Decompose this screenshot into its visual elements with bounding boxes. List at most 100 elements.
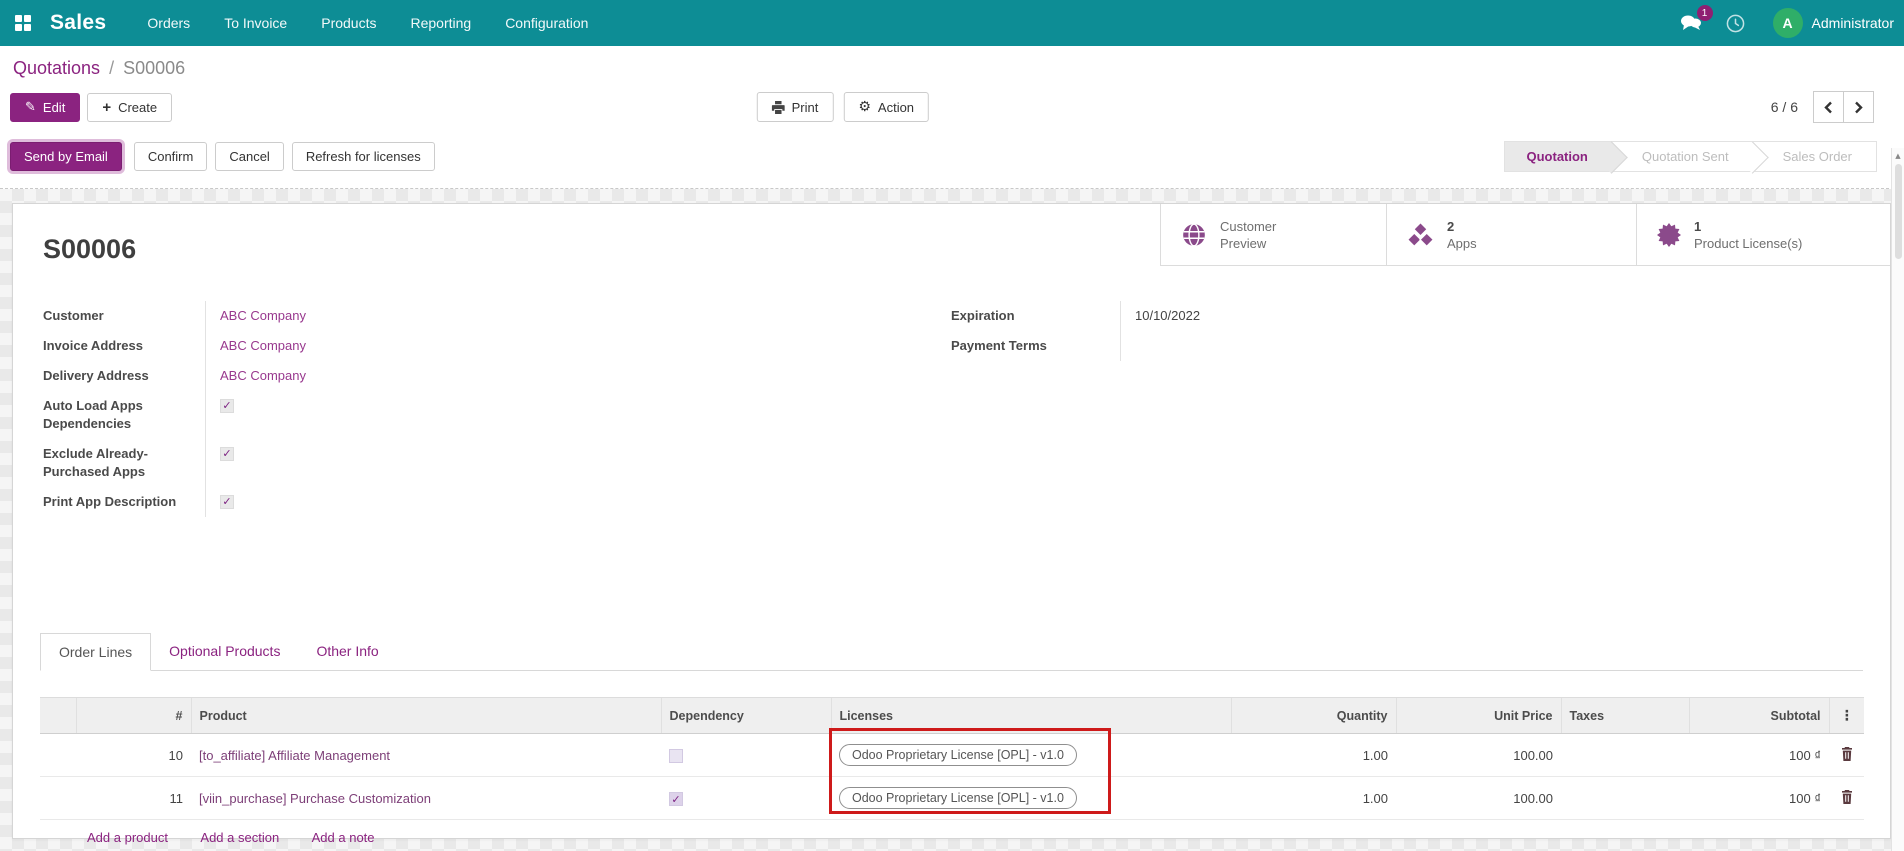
tab-order-lines[interactable]: Order Lines bbox=[40, 633, 151, 671]
gear-icon: ⚙ bbox=[858, 99, 871, 115]
optional-columns-toggle-icon[interactable]: ⋮ bbox=[1829, 698, 1864, 734]
content-area: Customer Preview 2 Apps 1 bbox=[0, 189, 1904, 851]
row-handle bbox=[40, 777, 76, 820]
cancel-button[interactable]: Cancel bbox=[215, 142, 283, 171]
tab-optional-products[interactable]: Optional Products bbox=[151, 633, 298, 670]
globe-icon bbox=[1181, 222, 1207, 248]
add-a-product-link[interactable]: Add a product bbox=[87, 830, 168, 845]
edit-button[interactable]: ✎ Edit bbox=[10, 93, 80, 122]
dependency-column-header[interactable]: Dependency bbox=[661, 698, 831, 734]
menu-products[interactable]: Products bbox=[304, 0, 393, 46]
order-lines-table-wrap: # Product Dependency Licenses Quantity U… bbox=[40, 697, 1863, 851]
delete-line-button[interactable] bbox=[1829, 777, 1864, 820]
print-description-checkbox: ✓ bbox=[220, 495, 234, 509]
print-button[interactable]: Print bbox=[757, 92, 834, 122]
top-navbar: Sales Orders To Invoice Products Reporti… bbox=[0, 0, 1904, 46]
apps-grid-icon[interactable] bbox=[0, 0, 46, 46]
add-a-section-link[interactable]: Add a section bbox=[200, 830, 279, 845]
tab-other-info[interactable]: Other Info bbox=[298, 633, 396, 670]
breadcrumb-current: S00006 bbox=[123, 58, 185, 78]
pager-previous-button[interactable] bbox=[1813, 91, 1844, 123]
quantity-cell: 1.00 bbox=[1231, 777, 1396, 820]
step-quotation-sent[interactable]: Quotation Sent bbox=[1612, 142, 1753, 171]
subtotal-cell: 100 ₫ bbox=[1689, 734, 1829, 777]
scrollbar-thumb[interactable] bbox=[1895, 164, 1902, 259]
customer-link[interactable]: ABC Company bbox=[220, 308, 306, 323]
quantity-column-header[interactable]: Quantity bbox=[1231, 698, 1396, 734]
action-button[interactable]: ⚙ Action bbox=[843, 92, 929, 122]
menu-orders[interactable]: Orders bbox=[130, 0, 207, 46]
trash-icon bbox=[1841, 747, 1853, 761]
menu-to-invoice[interactable]: To Invoice bbox=[207, 0, 304, 46]
check-icon: ✓ bbox=[222, 493, 231, 511]
certificate-icon bbox=[1657, 223, 1681, 247]
subtotal-cell: 100 ₫ bbox=[1689, 777, 1829, 820]
unit-price-column-header[interactable]: Unit Price bbox=[1396, 698, 1561, 734]
breadcrumb-quotations[interactable]: Quotations bbox=[13, 58, 100, 78]
handle-column-header bbox=[40, 698, 76, 734]
stat-button-box: Customer Preview 2 Apps 1 bbox=[1160, 204, 1890, 266]
license-tag: Odoo Proprietary License [OPL] - v1.0 bbox=[839, 744, 1077, 766]
order-lines-table: # Product Dependency Licenses Quantity U… bbox=[40, 697, 1864, 820]
customer-preview-button[interactable]: Customer Preview bbox=[1160, 204, 1386, 265]
field-print-app-description: Print App Description ✓ bbox=[40, 487, 948, 517]
pager-next-button[interactable] bbox=[1843, 91, 1874, 123]
field-auto-load-apps-dependencies: Auto Load Apps Dependencies ✓ bbox=[40, 391, 948, 439]
send-by-email-button[interactable]: Send by Email bbox=[10, 142, 122, 171]
unit-price-cell: 100.00 bbox=[1396, 777, 1561, 820]
refresh-for-licenses-button[interactable]: Refresh for licenses bbox=[292, 142, 435, 171]
notebook-tabs: Order Lines Optional Products Other Info bbox=[40, 633, 1863, 671]
product-cell: [viin_purchase] Purchase Customization bbox=[191, 777, 661, 820]
exclude-purchased-checkbox: ✓ bbox=[220, 447, 234, 461]
subtotal-column-header[interactable]: Subtotal bbox=[1689, 698, 1829, 734]
vertical-scrollbar[interactable]: ▲ bbox=[1891, 148, 1904, 851]
licenses-column-header[interactable]: Licenses bbox=[831, 698, 1231, 734]
licenses-count: 1 bbox=[1694, 218, 1802, 235]
delivery-address-link[interactable]: ABC Company bbox=[220, 368, 306, 383]
menu-configuration[interactable]: Configuration bbox=[488, 0, 605, 46]
licenses-cell: Odoo Proprietary License [OPL] - v1.0 bbox=[831, 777, 1231, 820]
user-avatar[interactable]: A bbox=[1773, 8, 1803, 38]
payment-terms-value bbox=[1120, 331, 1863, 361]
taxes-column-header[interactable]: Taxes bbox=[1561, 698, 1689, 734]
confirm-button[interactable]: Confirm bbox=[134, 142, 208, 171]
menu-reporting[interactable]: Reporting bbox=[393, 0, 488, 46]
licenses-cell: Odoo Proprietary License [OPL] - v1.0 bbox=[831, 734, 1231, 777]
activities-clock-icon[interactable] bbox=[1714, 14, 1757, 33]
user-name[interactable]: Administrator bbox=[1812, 15, 1894, 31]
line-number: 10 bbox=[76, 734, 191, 777]
product-column-header[interactable]: Product bbox=[191, 698, 661, 734]
check-icon: ✓ bbox=[671, 793, 680, 806]
product-licenses-button[interactable]: 1 Product License(s) bbox=[1636, 204, 1890, 265]
unit-price-cell: 100.00 bbox=[1396, 734, 1561, 777]
auto-load-checkbox: ✓ bbox=[220, 399, 234, 413]
create-button[interactable]: + Create bbox=[87, 93, 172, 122]
stat-label: Customer Preview bbox=[1220, 218, 1300, 252]
step-sales-order[interactable]: Sales Order bbox=[1753, 142, 1876, 171]
pager-value: 6 / 6 bbox=[1771, 99, 1798, 115]
chevron-right-icon bbox=[1854, 101, 1863, 114]
messages-icon[interactable]: 1 bbox=[1668, 14, 1714, 32]
apps-stat-button[interactable]: 2 Apps bbox=[1386, 204, 1636, 265]
message-count-badge: 1 bbox=[1697, 5, 1713, 21]
pager: 6 / 6 bbox=[1771, 91, 1874, 123]
delete-line-button[interactable] bbox=[1829, 734, 1864, 777]
stat-label: Apps bbox=[1447, 235, 1477, 252]
step-quotation[interactable]: Quotation bbox=[1505, 142, 1612, 171]
license-tag: Odoo Proprietary License [OPL] - v1.0 bbox=[839, 787, 1077, 809]
row-handle bbox=[40, 734, 76, 777]
invoice-address-link[interactable]: ABC Company bbox=[220, 338, 306, 353]
quantity-cell: 1.00 bbox=[1231, 734, 1396, 777]
order-line-row: 11 [viin_purchase] Purchase Customizatio… bbox=[40, 777, 1864, 820]
scroll-up-icon[interactable]: ▲ bbox=[1895, 148, 1900, 160]
stat-label: Product License(s) bbox=[1694, 235, 1802, 252]
statusbar: Send by Email Confirm Cancel Refresh for… bbox=[0, 135, 1904, 189]
number-column-header[interactable]: # bbox=[76, 698, 191, 734]
control-panel: Quotations / S00006 ✎ Edit + Create Prin… bbox=[0, 46, 1904, 135]
field-invoice-address: Invoice Address ABC Company bbox=[40, 331, 948, 361]
check-icon: ✓ bbox=[222, 445, 231, 463]
app-name[interactable]: Sales bbox=[50, 11, 106, 35]
expiration-value: 10/10/2022 bbox=[1120, 301, 1863, 331]
field-customer: Customer ABC Company bbox=[40, 301, 948, 331]
add-a-note-link[interactable]: Add a note bbox=[312, 830, 375, 845]
